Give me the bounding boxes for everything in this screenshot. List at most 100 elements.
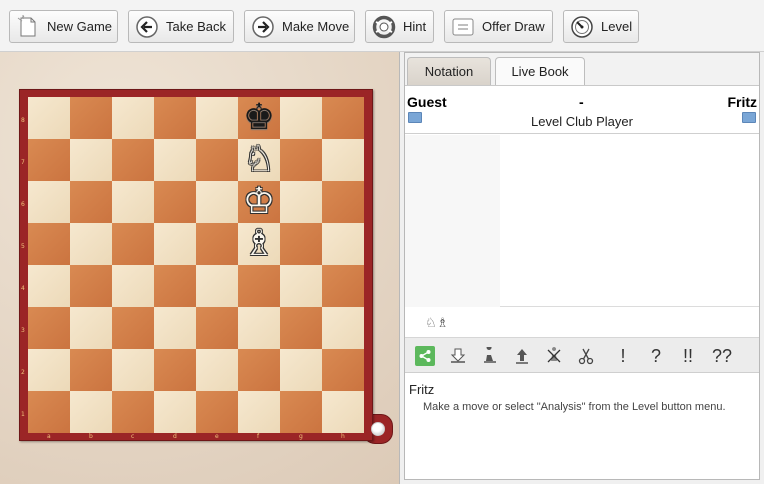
square-c5[interactable] bbox=[112, 223, 154, 265]
share-button[interactable] bbox=[415, 346, 435, 366]
square-e2[interactable] bbox=[196, 349, 238, 391]
square-a4[interactable] bbox=[28, 265, 70, 307]
square-b3[interactable] bbox=[70, 307, 112, 349]
square-h5[interactable] bbox=[322, 223, 364, 265]
square-e7[interactable] bbox=[196, 139, 238, 181]
new-game-button[interactable]: New Game bbox=[9, 10, 118, 43]
toolbar: New Game Take Back Make Move Hint Offer … bbox=[0, 0, 764, 52]
square-b8[interactable] bbox=[70, 97, 112, 139]
square-b2[interactable] bbox=[70, 349, 112, 391]
square-b6[interactable] bbox=[70, 181, 112, 223]
square-c2[interactable] bbox=[112, 349, 154, 391]
square-a7[interactable] bbox=[28, 139, 70, 181]
square-d1[interactable] bbox=[154, 391, 196, 433]
tab-live-book-label: Live Book bbox=[511, 64, 569, 79]
white-piece-f7[interactable]: ♘ bbox=[238, 139, 280, 181]
make-move-button[interactable]: Make Move bbox=[244, 10, 355, 43]
engine-pane: Fritz Make a move or select "Analysis" f… bbox=[405, 374, 759, 479]
square-c1[interactable] bbox=[112, 391, 154, 433]
square-c6[interactable] bbox=[112, 181, 154, 223]
square-h7[interactable] bbox=[322, 139, 364, 181]
square-d3[interactable] bbox=[154, 307, 196, 349]
save-icon bbox=[450, 348, 466, 363]
square-f1[interactable] bbox=[238, 391, 280, 433]
square-e3[interactable] bbox=[196, 307, 238, 349]
square-b5[interactable] bbox=[70, 223, 112, 265]
hint-button[interactable]: Hint bbox=[365, 10, 434, 43]
square-h2[interactable] bbox=[322, 349, 364, 391]
insert-move-button[interactable] bbox=[477, 344, 503, 368]
square-d7[interactable] bbox=[154, 139, 196, 181]
square-d2[interactable] bbox=[154, 349, 196, 391]
white-piece-f6[interactable]: ♔ bbox=[238, 181, 280, 223]
square-b1[interactable] bbox=[70, 391, 112, 433]
promote-button[interactable] bbox=[509, 344, 535, 368]
rank-label: 1 bbox=[21, 411, 25, 418]
rank-label: 8 bbox=[21, 117, 25, 124]
rank-label: 3 bbox=[21, 327, 25, 334]
square-b7[interactable] bbox=[70, 139, 112, 181]
new-game-icon bbox=[17, 14, 36, 36]
square-g3[interactable] bbox=[280, 307, 322, 349]
tab-notation[interactable]: Notation bbox=[407, 57, 491, 85]
level-button[interactable]: Level bbox=[563, 10, 639, 43]
square-g5[interactable] bbox=[280, 223, 322, 265]
square-c4[interactable] bbox=[112, 265, 154, 307]
square-b4[interactable] bbox=[70, 265, 112, 307]
square-a6[interactable] bbox=[28, 181, 70, 223]
square-a2[interactable] bbox=[28, 349, 70, 391]
square-h6[interactable] bbox=[322, 181, 364, 223]
take-back-button[interactable]: Take Back bbox=[128, 10, 234, 43]
annotate-blunder-button[interactable]: ?? bbox=[707, 344, 737, 368]
square-f3[interactable] bbox=[238, 307, 280, 349]
chess-board[interactable]: ♚ ♘ ♔ ♗ bbox=[28, 97, 364, 433]
new-game-label: New Game bbox=[47, 19, 113, 34]
square-g1[interactable] bbox=[280, 391, 322, 433]
tab-live-book[interactable]: Live Book bbox=[495, 57, 585, 85]
share-icon bbox=[419, 350, 431, 362]
square-a5[interactable] bbox=[28, 223, 70, 265]
level-label: Level bbox=[601, 19, 633, 34]
notation-pane[interactable] bbox=[405, 135, 759, 307]
square-h4[interactable] bbox=[322, 265, 364, 307]
square-c3[interactable] bbox=[112, 307, 154, 349]
square-g4[interactable] bbox=[280, 265, 322, 307]
black-piece-f8[interactable]: ♚ bbox=[238, 97, 280, 139]
square-e6[interactable] bbox=[196, 181, 238, 223]
square-e5[interactable] bbox=[196, 223, 238, 265]
offer-draw-button[interactable]: Offer Draw bbox=[444, 10, 553, 43]
square-h3[interactable] bbox=[322, 307, 364, 349]
square-f2[interactable] bbox=[238, 349, 280, 391]
square-e8[interactable] bbox=[196, 97, 238, 139]
square-a8[interactable] bbox=[28, 97, 70, 139]
square-g7[interactable] bbox=[280, 139, 322, 181]
square-d6[interactable] bbox=[154, 181, 196, 223]
square-c7[interactable] bbox=[112, 139, 154, 181]
square-h1[interactable] bbox=[322, 391, 364, 433]
square-g2[interactable] bbox=[280, 349, 322, 391]
cut-button[interactable] bbox=[573, 344, 599, 368]
square-e1[interactable] bbox=[196, 391, 238, 433]
square-e4[interactable] bbox=[196, 265, 238, 307]
white-player-name: Guest bbox=[407, 94, 447, 110]
square-g6[interactable] bbox=[280, 181, 322, 223]
square-d4[interactable] bbox=[154, 265, 196, 307]
square-d8[interactable] bbox=[154, 97, 196, 139]
square-h8[interactable] bbox=[322, 97, 364, 139]
white-piece-f5[interactable]: ♗ bbox=[238, 223, 280, 265]
square-f4[interactable] bbox=[238, 265, 280, 307]
square-a3[interactable] bbox=[28, 307, 70, 349]
annotate-bad-move-button[interactable]: ? bbox=[643, 344, 669, 368]
hint-icon bbox=[372, 15, 396, 38]
delete-button[interactable] bbox=[541, 344, 567, 368]
square-g8[interactable] bbox=[280, 97, 322, 139]
file-label: c bbox=[131, 433, 135, 440]
save-button[interactable] bbox=[445, 344, 471, 368]
annotate-good-move-button[interactable]: ! bbox=[610, 344, 636, 368]
square-a1[interactable] bbox=[28, 391, 70, 433]
square-d5[interactable] bbox=[154, 223, 196, 265]
annotate-brilliant-move-button[interactable]: !! bbox=[675, 344, 701, 368]
player-separator: - bbox=[579, 94, 584, 110]
square-c8[interactable] bbox=[112, 97, 154, 139]
promote-icon bbox=[516, 349, 528, 364]
